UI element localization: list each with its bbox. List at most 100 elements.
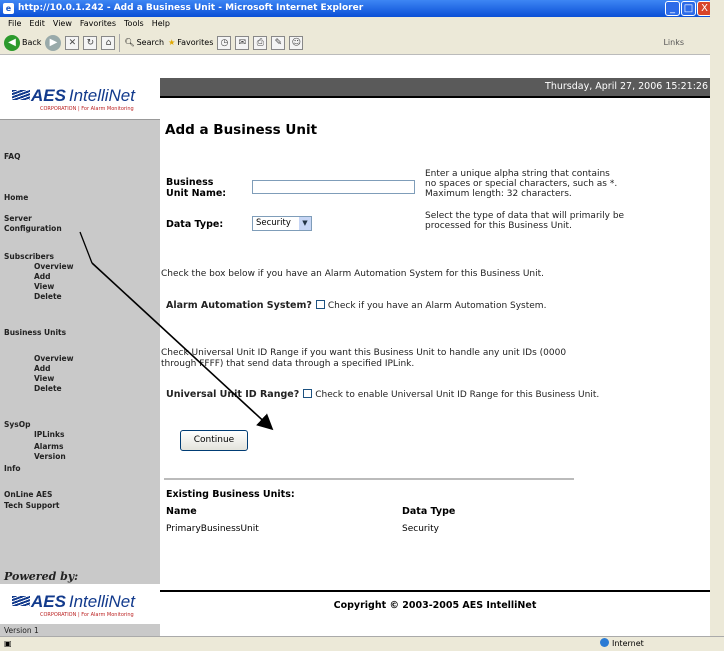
alarm-intro-text: Check the box below if you have an Alarm…	[161, 269, 545, 279]
links-button[interactable]: Links	[663, 38, 684, 47]
data-type-select[interactable]: Security ▼	[252, 216, 312, 231]
nav-subscribers-add[interactable]: Add	[4, 272, 51, 282]
nav-subscribers-overview[interactable]: Overview	[4, 262, 74, 272]
home-icon[interactable]: ⌂	[101, 35, 116, 50]
universal-intro-1: Check Universal Unit ID Range if you wan…	[161, 348, 567, 358]
favorites-button[interactable]: ★ Favorites	[168, 38, 213, 47]
menu-tools[interactable]: Tools	[124, 17, 144, 31]
refresh-icon[interactable]: ↻	[83, 35, 98, 50]
nav-bu-delete[interactable]: Delete	[4, 384, 62, 394]
menu-file[interactable]: File	[8, 17, 21, 31]
history-icon[interactable]: ◷	[217, 35, 232, 50]
data-type-help-1: Select the type of data that will primar…	[425, 211, 625, 221]
globe-icon	[600, 638, 609, 647]
nav-iplinks[interactable]: IPLinks	[4, 430, 64, 440]
mail-icon[interactable]: ✉	[235, 35, 250, 50]
business-unit-help-1: Enter a unique alpha string that contain…	[425, 169, 610, 179]
menu-bar: File Edit View Favorites Tools Help	[0, 17, 710, 31]
wing-icon	[12, 90, 30, 100]
nav-faq[interactable]: FAQ	[4, 152, 20, 162]
browser-toolbar: ◀ Back ▶ ✕ ↻ ⌂ 🔍︎ Search ★ Favorites ◷ ✉…	[0, 31, 710, 55]
universal-check-text: Check to enable Universal Unit ID Range …	[315, 390, 600, 400]
footer-rule	[160, 590, 710, 592]
nav-subscribers: Subscribers	[4, 252, 54, 261]
business-unit-label-2: Unit Name:	[166, 188, 227, 199]
datetime-text: Thursday, April 27, 2006 15:21:26	[545, 81, 708, 92]
window-titlebar: e http://10.0.1.242 - Add a Business Uni…	[0, 0, 710, 17]
universal-range-checkbox[interactable]	[303, 389, 313, 398]
print-icon[interactable]: ⎙	[253, 35, 268, 50]
zone-label: Internet	[612, 639, 644, 648]
window-title: http://10.0.1.242 - Add a Business Unit …	[18, 3, 364, 13]
nav-subscribers-delete[interactable]: Delete	[4, 292, 62, 302]
business-unit-label-1: Business	[166, 177, 214, 188]
data-type-label: Data Type:	[166, 219, 224, 230]
aes-logo: AES IntelliNet CORPORATION | For Alarm M…	[12, 86, 135, 116]
continue-button[interactable]: Continue	[180, 430, 248, 451]
data-type-value: Security	[256, 218, 291, 228]
star-icon: ★	[168, 38, 176, 47]
menu-help[interactable]: Help	[152, 17, 170, 31]
forward-button[interactable]: ▶	[45, 34, 62, 51]
edit-icon[interactable]: ✎	[271, 35, 286, 50]
nav-info[interactable]: Info	[4, 464, 21, 474]
nav-bu-view[interactable]: View	[4, 374, 54, 384]
existing-units-title: Existing Business Units:	[166, 489, 295, 500]
search-label: Search	[136, 38, 165, 47]
window-right-edge	[710, 0, 724, 651]
menu-favorites[interactable]: Favorites	[80, 17, 116, 31]
version-label: Version 1	[4, 626, 39, 635]
business-unit-help-3: Maximum length: 32 characters.	[425, 189, 572, 199]
column-name-header: Name	[166, 506, 197, 517]
ie-icon: e	[3, 3, 14, 14]
menu-view[interactable]: View	[53, 17, 72, 31]
data-type-help-2: processed for this Business Unit.	[425, 221, 572, 231]
stop-icon[interactable]: ✕	[65, 35, 80, 50]
status-bar: ▣ Internet	[0, 636, 724, 651]
copyright-text: Copyright © 2003-2005 AES IntelliNet	[333, 600, 537, 611]
page-icon: ▣	[4, 639, 12, 648]
wing-icon	[12, 596, 30, 606]
nav-version[interactable]: Version	[4, 452, 66, 462]
favorites-label: Favorites	[177, 38, 214, 47]
menu-edit[interactable]: Edit	[29, 17, 45, 31]
section-divider	[164, 478, 574, 480]
table-cell-name[interactable]: PrimaryBusinessUnit	[166, 524, 259, 534]
back-arrow-icon: ◀	[4, 34, 20, 51]
toolbar-separator	[119, 33, 121, 52]
page-title: Add a Business Unit	[165, 122, 318, 138]
universal-label: Universal Unit ID Range?	[166, 389, 300, 400]
powered-by-label: Powered by:	[4, 570, 79, 583]
search-button[interactable]: 🔍︎ Search	[124, 38, 164, 47]
nav-configuration[interactable]: Configuration	[4, 224, 62, 234]
datetime-bar: Thursday, April 27, 2006 15:21:26	[160, 78, 710, 96]
aes-logo-footer: AES IntelliNet CORPORATION | For Alarm M…	[12, 592, 135, 622]
alarm-label: Alarm Automation System?	[166, 300, 312, 311]
alarm-check-text: Check if you have an Alarm Automation Sy…	[327, 301, 547, 311]
back-button[interactable]: ◀ Back	[4, 34, 42, 51]
nav-sysop: SysOp	[4, 420, 31, 429]
minimize-button[interactable]: _	[665, 1, 680, 16]
window-controls: _ □ X	[665, 1, 712, 16]
column-datatype-header: Data Type	[402, 506, 456, 517]
back-label: Back	[22, 38, 42, 47]
main-content: Add a Business Unit Business Unit Name: …	[161, 100, 710, 600]
business-unit-help-2: no spaces or special characters, such as…	[425, 179, 618, 189]
maximize-button[interactable]: □	[681, 1, 696, 16]
nav-home[interactable]: Home	[4, 193, 28, 203]
nav-alarms[interactable]: Alarms	[4, 442, 63, 452]
nav-online-aes[interactable]: OnLine AES	[4, 490, 52, 500]
alarm-automation-checkbox[interactable]	[315, 300, 325, 309]
nav-bu-overview[interactable]: Overview	[4, 354, 74, 364]
header-logo-area: AES IntelliNet CORPORATION | For Alarm M…	[0, 78, 160, 120]
nav-server[interactable]: Server	[4, 214, 32, 224]
header-rule	[160, 96, 710, 98]
messenger-icon[interactable]: ☺	[289, 35, 304, 50]
nav-subscribers-view[interactable]: View	[4, 282, 54, 292]
search-icon: 🔍︎	[124, 38, 135, 47]
business-unit-name-input[interactable]	[252, 180, 415, 194]
nav-bu-add[interactable]: Add	[4, 364, 51, 374]
nav-tech-support[interactable]: Tech Support	[4, 501, 60, 511]
table-cell-datatype: Security	[402, 524, 439, 534]
universal-intro-2: through FFFF) that send data through a s…	[161, 359, 415, 369]
